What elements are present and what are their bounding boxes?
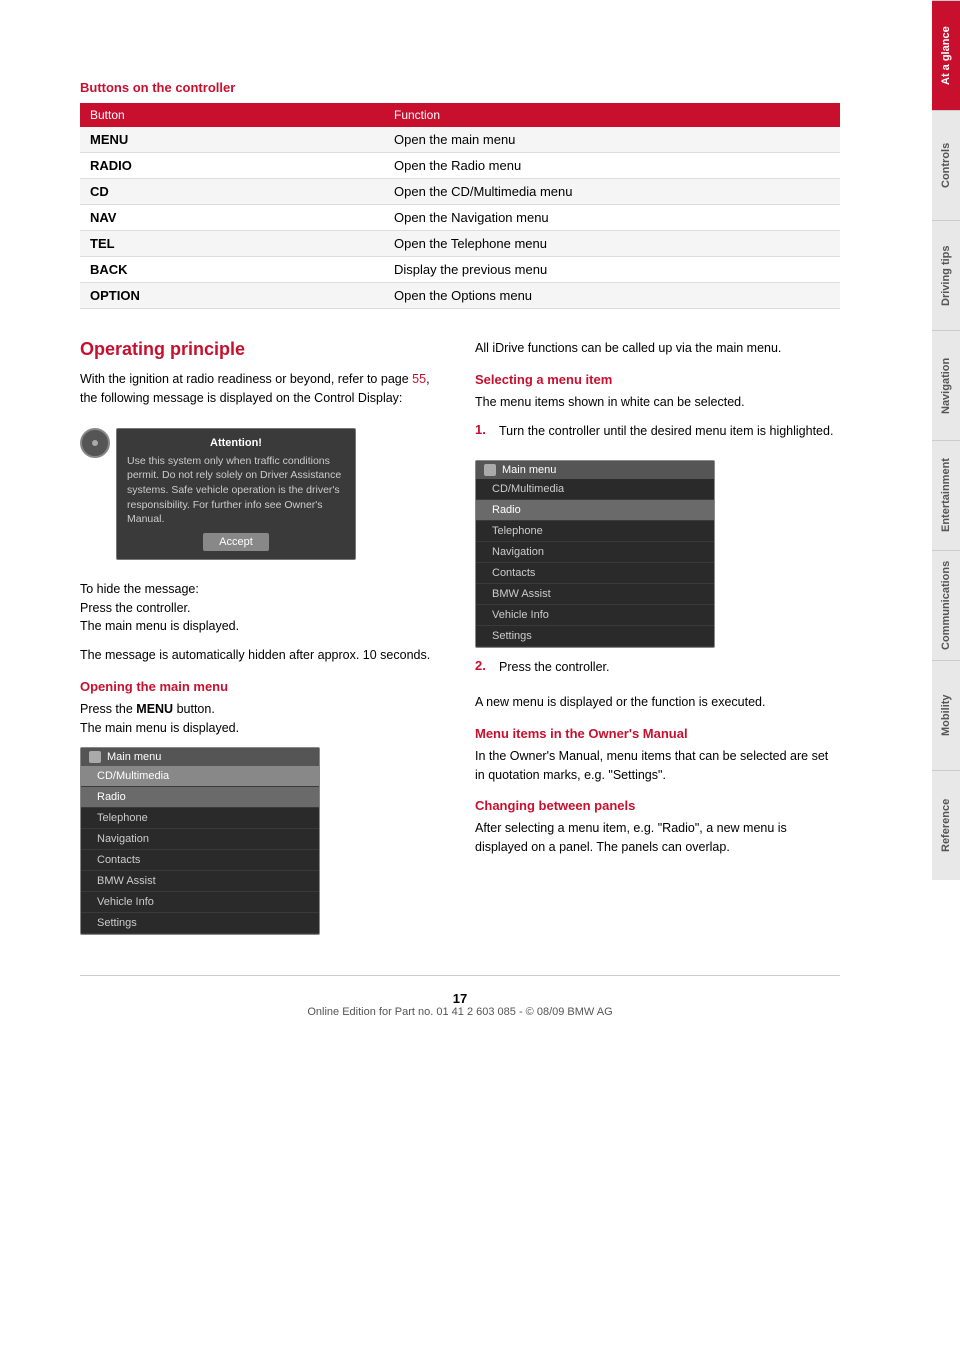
opening-main-menu-heading: Opening the main menu (80, 679, 445, 694)
controller-knob-icon (80, 418, 110, 570)
button-name: OPTION (80, 283, 384, 309)
opening-main-menu-text: Press the MENU button.The main menu is d… (80, 700, 445, 738)
right-intro-text: All iDrive functions can be called up vi… (475, 339, 840, 358)
screen-mockup-2: Main menu CD/MultimediaRadioTelephoneNav… (475, 460, 715, 648)
sidebar-tab-entertainment[interactable]: Entertainment (932, 440, 960, 550)
changing-between-panels-text: After selecting a menu item, e.g. "Radio… (475, 819, 840, 857)
menu-item: CD/Multimedia (476, 479, 714, 500)
page-number: 17 (80, 991, 840, 1006)
footer-text: Online Edition for Part no. 01 41 2 603 … (80, 1006, 840, 1018)
menu-item: Telephone (476, 521, 714, 542)
menu-item: Settings (476, 626, 714, 647)
changing-between-panels-heading: Changing between panels (475, 798, 840, 813)
intro-text-1: With the ignition at radio readiness or … (80, 372, 412, 386)
table-row: BACKDisplay the previous menu (80, 257, 840, 283)
step-1: 1. Turn the controller until the desired… (475, 422, 840, 451)
col-header-function: Function (384, 103, 840, 127)
menu-item: Vehicle Info (476, 605, 714, 626)
attention-title: Attention! (127, 437, 345, 449)
screen-mockup-1: Main menu CD/MultimediaRadioTelephoneNav… (80, 747, 320, 935)
button-name: NAV (80, 205, 384, 231)
menu-item: BMW Assist (476, 584, 714, 605)
sidebar-tab-at-a-glance[interactable]: At a glance (932, 0, 960, 110)
menu-item: Navigation (476, 542, 714, 563)
menu-item: Radio (81, 787, 319, 808)
button-name: TEL (80, 231, 384, 257)
menu-item: Settings (81, 913, 319, 934)
menu-item: Contacts (81, 850, 319, 871)
button-function: Open the Options menu (384, 283, 840, 309)
screen2-title-bar: Main menu (476, 461, 714, 479)
menu-item: Telephone (81, 808, 319, 829)
button-name: RADIO (80, 153, 384, 179)
button-name: BACK (80, 257, 384, 283)
left-column: Operating principle With the ignition at… (80, 339, 445, 945)
sidebar-tab-navigation[interactable]: Navigation (932, 330, 960, 440)
table-row: OPTIONOpen the Options menu (80, 283, 840, 309)
sidebar-tab-driving-tips[interactable]: Driving tips (932, 220, 960, 330)
operating-principle-section: Operating principle With the ignition at… (80, 339, 840, 945)
selecting-menu-item-heading: Selecting a menu item (475, 372, 840, 387)
sidebar-tab-reference[interactable]: Reference (932, 770, 960, 880)
menu-item: BMW Assist (81, 871, 319, 892)
press-text: Press the (80, 702, 136, 716)
button-function: Open the Radio menu (384, 153, 840, 179)
col-header-button: Button (80, 103, 384, 127)
table-row: CDOpen the CD/Multimedia menu (80, 179, 840, 205)
accept-button[interactable]: Accept (203, 533, 269, 551)
auto-hide-text: The message is automatically hidden afte… (80, 646, 445, 665)
buttons-section-heading: Buttons on the controller (80, 80, 840, 95)
hide-message-text: To hide the message: Press the controlle… (80, 580, 445, 636)
table-row: MENUOpen the main menu (80, 127, 840, 153)
step-1-text: Turn the controller until the desired me… (499, 422, 833, 441)
button-name: CD (80, 179, 384, 205)
page-ref-link[interactable]: 55 (412, 372, 426, 386)
sidebar-tab-controls[interactable]: Controls (932, 110, 960, 220)
sidebar-tab-communications[interactable]: Communications (932, 550, 960, 660)
attention-box: Attention! Use this system only when tra… (116, 428, 356, 560)
button-function: Open the Navigation menu (384, 205, 840, 231)
screen1-title-bar: Main menu (81, 748, 319, 766)
step-2: 2. Press the controller. (475, 658, 840, 687)
step-2-result: A new menu is displayed or the function … (475, 693, 840, 712)
table-row: TELOpen the Telephone menu (80, 231, 840, 257)
screen2-title-icon (484, 464, 496, 476)
menu-item: CD/Multimedia (81, 766, 319, 787)
sidebar-tab-mobility[interactable]: Mobility (932, 660, 960, 770)
operating-principle-title: Operating principle (80, 339, 445, 360)
menu-item: Radio (476, 500, 714, 521)
button-function: Open the main menu (384, 127, 840, 153)
table-row: NAVOpen the Navigation menu (80, 205, 840, 231)
menu-items-owners-manual-text: In the Owner's Manual, menu items that c… (475, 747, 840, 785)
screen1-title-icon (89, 751, 101, 763)
intro-paragraph: With the ignition at radio readiness or … (80, 370, 445, 408)
menu-item: Contacts (476, 563, 714, 584)
button-function: Open the CD/Multimedia menu (384, 179, 840, 205)
selecting-menu-item-text: The menu items shown in white can be sel… (475, 393, 840, 412)
menu-item: Vehicle Info (81, 892, 319, 913)
attention-text: Use this system only when traffic condit… (127, 454, 345, 527)
screen2-title: Main menu (502, 464, 556, 476)
menu-bold: MENU (136, 702, 173, 716)
screen1-title: Main menu (107, 751, 161, 763)
buttons-table: Button Function MENUOpen the main menuRA… (80, 103, 840, 309)
page-footer: 17 Online Edition for Part no. 01 41 2 6… (80, 975, 840, 1038)
buttons-section: Buttons on the controller Button Functio… (80, 80, 840, 309)
menu-item: Navigation (81, 829, 319, 850)
sidebar-tabs: At a glanceControlsDriving tipsNavigatio… (932, 0, 960, 1358)
right-column: All iDrive functions can be called up vi… (475, 339, 840, 945)
table-row: RADIOOpen the Radio menu (80, 153, 840, 179)
attention-box-wrapper: Attention! Use this system only when tra… (80, 418, 445, 570)
button-function: Open the Telephone menu (384, 231, 840, 257)
step-2-text: Press the controller. (499, 658, 609, 677)
button-name: MENU (80, 127, 384, 153)
menu-items-owners-manual-heading: Menu items in the Owner's Manual (475, 726, 840, 741)
button-function: Display the previous menu (384, 257, 840, 283)
